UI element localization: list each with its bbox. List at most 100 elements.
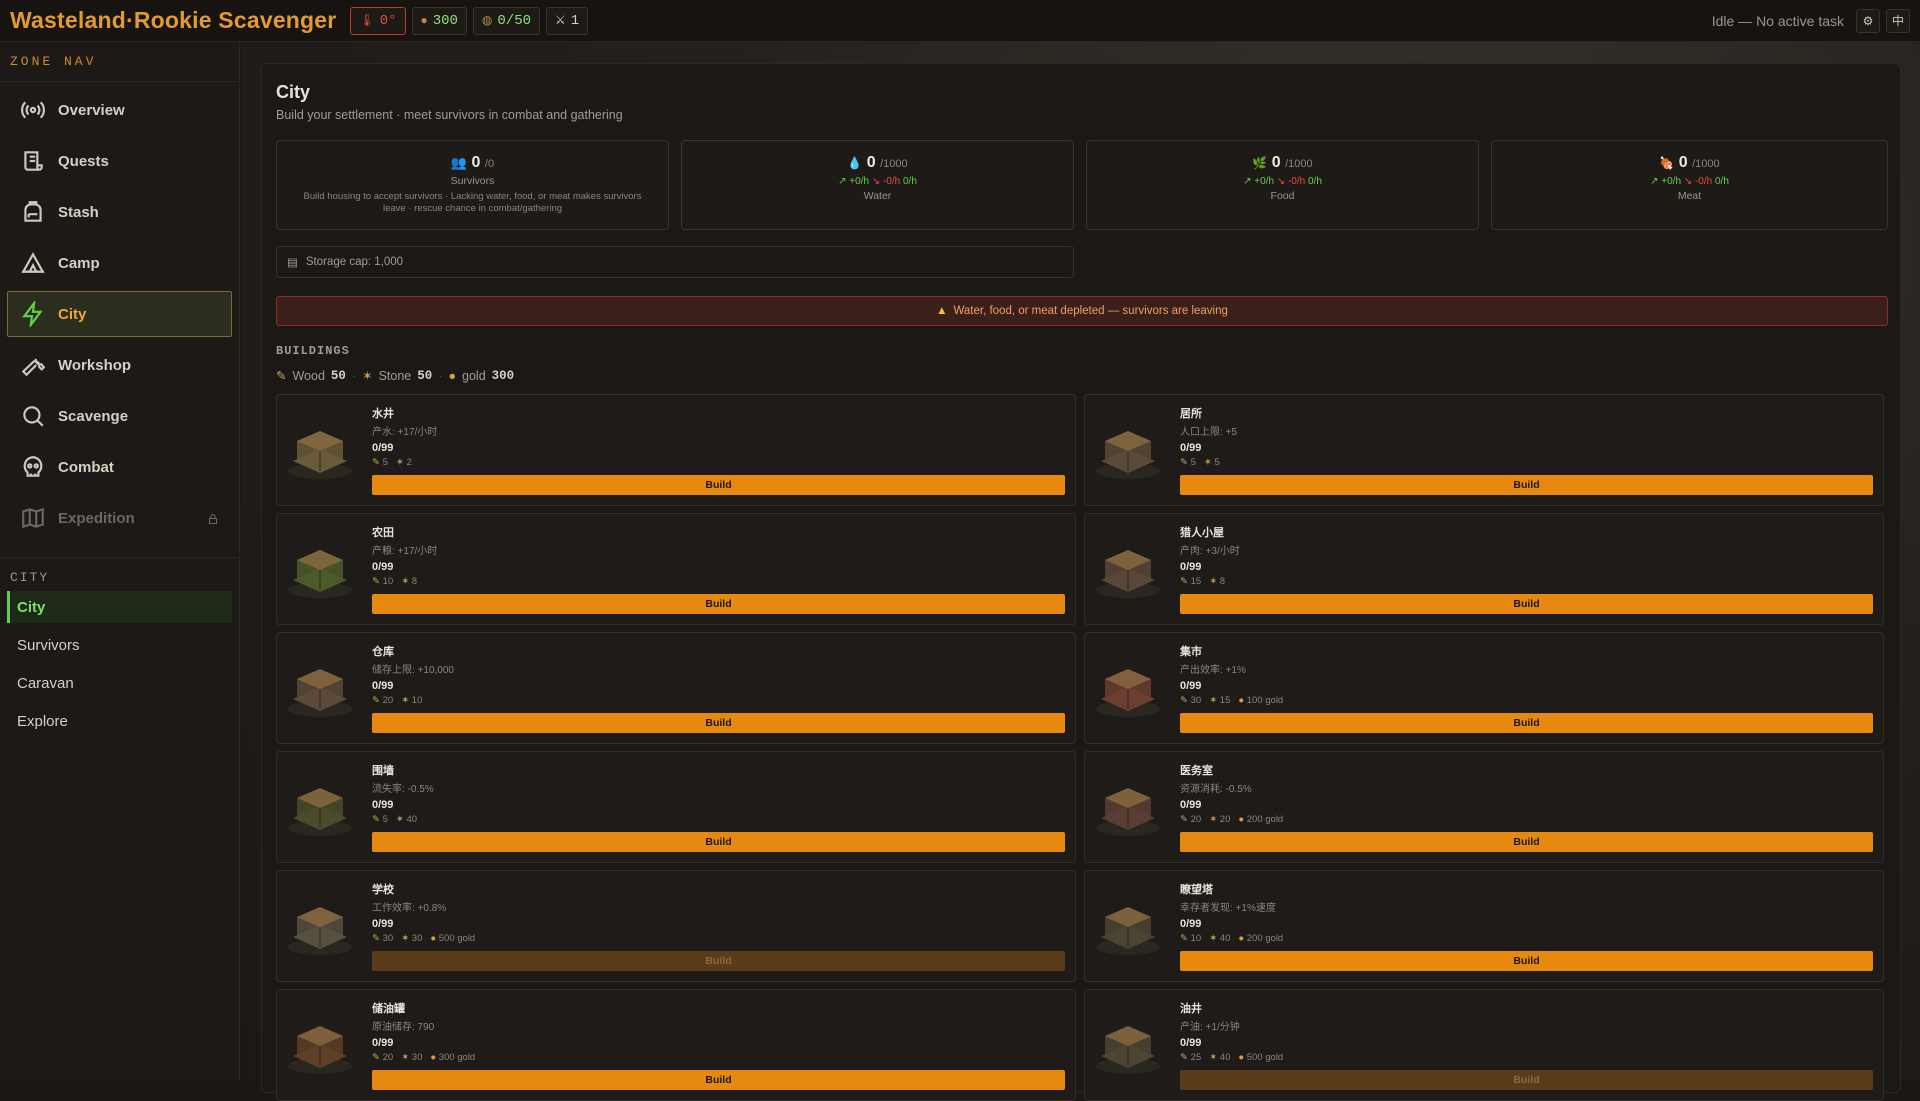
building-name: 瞭望塔 bbox=[1180, 884, 1213, 896]
stone-icon: ✶ bbox=[401, 933, 410, 944]
stone-cost-value: 40 bbox=[1219, 933, 1231, 944]
language-button[interactable]: 中 bbox=[1886, 8, 1910, 33]
nav-item-scavenge[interactable]: Scavenge bbox=[7, 393, 232, 439]
build-button[interactable]: Build bbox=[1180, 594, 1873, 614]
building-effect: 幸存者发现: +1%速度 bbox=[1180, 903, 1276, 914]
nav-label: Overview bbox=[58, 101, 125, 119]
stone-amount: 50 bbox=[417, 368, 433, 383]
stone-icon: ✶ bbox=[1209, 1052, 1218, 1063]
nav-label: Combat bbox=[58, 458, 114, 476]
building-name: 仓库 bbox=[372, 646, 394, 658]
building-effect: 原油储存: 790 bbox=[372, 1022, 435, 1033]
page-subtitle: Build your settlement · meet survivors i… bbox=[276, 108, 623, 122]
build-button[interactable]: Build bbox=[372, 594, 1065, 614]
coin-icon: ● bbox=[1238, 1052, 1245, 1063]
page-title: City bbox=[276, 82, 311, 102]
people-icon: 👥 bbox=[450, 155, 468, 170]
stone-icon: ✶ bbox=[401, 1052, 410, 1063]
stone-cost: ✶ 10 bbox=[401, 695, 422, 706]
nav-item-stash[interactable]: Stash bbox=[7, 189, 232, 235]
swords-icon: ⚔ bbox=[555, 14, 566, 28]
building-cost: ✎ 15 ✶ 8 bbox=[1180, 576, 1873, 587]
stone-icon: ✶ bbox=[395, 457, 404, 468]
build-button[interactable]: Build bbox=[372, 951, 1065, 971]
gold-cost-value: 100 gold bbox=[1246, 695, 1284, 706]
building-card: 学校 工作效率: +0.8% 0/99 ✎ 30 ✶ 30 ● 500 gold… bbox=[276, 870, 1076, 982]
warehouse-icon: ▤ bbox=[287, 257, 298, 269]
trend-up-icon: ↗ bbox=[838, 176, 847, 187]
stone-icon: ✶ bbox=[395, 814, 404, 825]
building-name: 学校 bbox=[372, 884, 394, 896]
building-thumbnail bbox=[283, 887, 357, 961]
wood-icon: ✎ bbox=[372, 695, 380, 706]
trend-down-icon: ↘ bbox=[1683, 176, 1693, 187]
subnav-caravan[interactable]: Caravan bbox=[7, 667, 232, 699]
stone-icon: ✶ bbox=[362, 369, 373, 383]
survivors-hint: Build housing to accept survivors · Lack… bbox=[303, 191, 642, 214]
build-button[interactable]: Build bbox=[1180, 475, 1873, 495]
nav-item-camp[interactable]: Camp bbox=[7, 240, 232, 286]
meat-card: 🍖 0 /1000 ↗ +0/h ↘ -0/h 0/h Meat bbox=[1491, 140, 1888, 230]
build-button[interactable]: Build bbox=[1180, 1070, 1873, 1090]
capacity-value: 0/50 bbox=[497, 12, 532, 29]
building-count: 0/99 bbox=[372, 1037, 394, 1049]
nav-item-workshop[interactable]: Workshop bbox=[7, 342, 232, 388]
building-card: 猎人小屋 产肉: +3/小时 0/99 ✎ 15 ✶ 8 Build bbox=[1084, 513, 1884, 625]
storage-cap: ▤ Storage cap: 1,000 bbox=[276, 246, 1074, 278]
building-cost: ✎ 30 ✶ 30 ● 500 gold bbox=[372, 933, 1065, 944]
wood-cost: ✎ 5 bbox=[372, 814, 388, 825]
wood-cost-value: 5 bbox=[382, 814, 388, 825]
food-value: 0 bbox=[1271, 154, 1281, 171]
building-count: 0/99 bbox=[372, 442, 394, 454]
build-button[interactable]: Build bbox=[372, 713, 1065, 733]
stone-cost: ✶ 40 bbox=[1209, 933, 1230, 944]
food-loss: -0/h bbox=[1287, 176, 1306, 187]
food-card: 🌿 0 /1000 ↗ +0/h ↘ -0/h 0/h Food bbox=[1086, 140, 1479, 230]
wood-amount: 50 bbox=[330, 368, 346, 383]
depletion-alert: ▲ Water, food, or meat depleted — survivo… bbox=[276, 296, 1888, 326]
survivors-card: 👥 0 /0 Survivors Build housing to accept… bbox=[276, 140, 669, 230]
building-cost: ✎ 5 ✶ 5 bbox=[1180, 457, 1873, 468]
nav-item-combat[interactable]: Combat bbox=[7, 444, 232, 490]
stone-cost: ✶ 40 bbox=[1209, 1052, 1230, 1063]
build-button[interactable]: Build bbox=[372, 1070, 1065, 1090]
nav-item-quests[interactable]: Quests bbox=[7, 138, 232, 184]
trend-down-icon: ↘ bbox=[871, 176, 881, 187]
city-panel: City Build your settlement · meet surviv… bbox=[261, 63, 1901, 1101]
wood-icon: ✎ bbox=[372, 1052, 380, 1063]
wood-cost: ✎ 15 bbox=[1180, 576, 1201, 587]
coin-icon: ● bbox=[448, 368, 457, 383]
build-button[interactable]: Build bbox=[1180, 951, 1873, 971]
water-drop-icon: 💧 bbox=[847, 156, 863, 170]
settings-button[interactable]: ⚙ bbox=[1856, 8, 1880, 33]
gold-cost: ● 300 gold bbox=[430, 1052, 475, 1063]
building-name: 居所 bbox=[1180, 408, 1202, 420]
wood-cost-value: 30 bbox=[382, 933, 394, 944]
subnav-explore[interactable]: Explore bbox=[7, 705, 232, 737]
lock-icon bbox=[207, 512, 219, 524]
stone-cost-value: 30 bbox=[411, 1052, 423, 1063]
build-button[interactable]: Build bbox=[1180, 713, 1873, 733]
wood-cost-value: 5 bbox=[382, 457, 388, 468]
wood-cost-value: 10 bbox=[1190, 933, 1202, 944]
building-card: 储油罐 原油储存: 790 0/99 ✎ 20 ✶ 30 ● 300 gold … bbox=[276, 989, 1076, 1101]
build-button[interactable]: Build bbox=[372, 832, 1065, 852]
wood-cost: ✎ 10 bbox=[1180, 933, 1201, 944]
wheat-icon: 🌿 bbox=[1252, 156, 1268, 170]
temperature-value: 0° bbox=[379, 12, 397, 29]
stone-cost-value: 8 bbox=[411, 576, 418, 587]
gold-amount: 300 bbox=[491, 368, 515, 383]
gold-cost-value: 500 gold bbox=[1246, 1052, 1284, 1063]
stone-icon: ✶ bbox=[401, 576, 410, 587]
building-name: 医务室 bbox=[1180, 765, 1213, 777]
building-effect: 资源消耗: -0.5% bbox=[1180, 784, 1252, 795]
nav-item-city[interactable]: City bbox=[7, 291, 232, 337]
build-button[interactable]: Build bbox=[1180, 832, 1873, 852]
nav-item-overview[interactable]: Overview bbox=[7, 87, 232, 133]
subnav-city[interactable]: City bbox=[7, 591, 232, 623]
scroll-icon bbox=[24, 151, 43, 171]
building-card: 农田 产粮: +17/小时 0/99 ✎ 10 ✶ 8 Build bbox=[276, 513, 1076, 625]
wood-icon: ✎ bbox=[372, 457, 380, 468]
build-button[interactable]: Build bbox=[372, 475, 1065, 495]
subnav-survivors[interactable]: Survivors bbox=[7, 629, 232, 661]
